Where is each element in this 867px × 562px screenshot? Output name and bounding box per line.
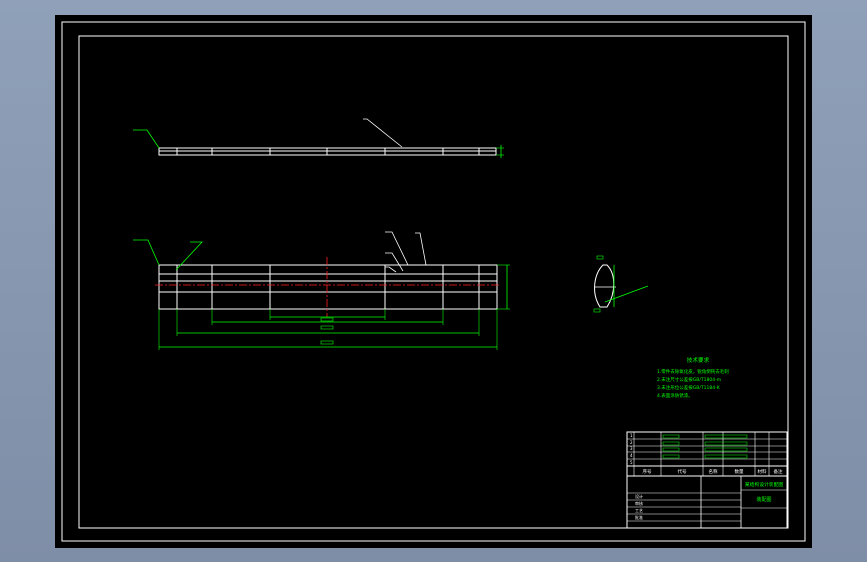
cad-drawing: 技术要求 1.零件去除氧化皮，锐角倒钝去毛刺 2.未注尺寸公差按GB/T1804…: [61, 21, 806, 542]
bom-name-2: [704, 441, 748, 446]
bom-header-seq: 序号: [643, 468, 652, 475]
side-label-bottom: [593, 308, 601, 313]
bom-name-1: [704, 434, 748, 439]
dim-text-2: [320, 325, 334, 330]
title-block-outline: [626, 431, 788, 529]
top-view: [133, 118, 504, 158]
bom-header-material: 材料: [758, 468, 767, 475]
bom-name-4: [704, 454, 748, 459]
front-leader-4: [385, 266, 397, 273]
side-label-top: [596, 255, 604, 260]
bom-row-1-seq: 1: [630, 433, 633, 438]
front-view: [133, 231, 510, 350]
tech-line-1: 1.零件去除氧化皮，锐角倒钝去毛刺: [657, 368, 729, 375]
bom-header-name: 名称: [709, 468, 718, 475]
dim-text-1: [320, 317, 334, 322]
front-leader-left-2: [175, 241, 203, 271]
bom-code-3: [662, 447, 680, 452]
technical-requirements: 技术要求 1.零件去除氧化皮，锐角倒钝去毛刺 2.未注尺寸公差按GB/T1804…: [657, 356, 729, 399]
title-assembly-label: 装配图: [756, 496, 771, 503]
sign-process: 工艺: [635, 508, 643, 513]
title-drawing-name: 某结构设计装配图: [745, 481, 784, 488]
dim-text-3: [320, 340, 334, 345]
bom-row-2-seq: 2: [630, 440, 633, 445]
drawing-canvas[interactable]: 技术要求 1.零件去除氧化皮，锐角倒钝去毛刺 2.未注尺寸公差按GB/T1804…: [55, 15, 812, 548]
front-leader-left-1: [133, 239, 160, 266]
tech-line-4: 4.表面涂防锈漆。: [657, 392, 693, 399]
sign-design: 设计: [635, 493, 643, 499]
inner-frame: [78, 35, 789, 529]
bom-row-3-seq: 3: [630, 446, 633, 451]
side-view: [593, 255, 649, 313]
bom-name-3: [704, 447, 748, 452]
tech-title: 技术要求: [687, 356, 710, 364]
bom-header-note: 备注: [774, 468, 783, 475]
sign-review: 审核: [635, 500, 643, 506]
side-profile: [594, 264, 615, 308]
sign-approve: 批准: [635, 514, 643, 520]
tech-line-2: 2.未注尺寸公差按GB/T1804-m: [657, 376, 721, 383]
front-bar-outline: [158, 264, 498, 310]
top-leader-1: [363, 118, 403, 148]
bom-code-1: [662, 434, 680, 439]
bom-row-4-seq: 4: [630, 453, 633, 458]
tech-line-3: 3.未注形位公差按GB/T1184-K: [657, 384, 721, 391]
bom-row-5-seq: 5: [630, 460, 633, 465]
front-leader-2: [415, 232, 427, 266]
cad-viewport: 技术要求 1.零件去除氧化皮，锐角倒钝去毛刺 2.未注尺寸公差按GB/T1804…: [0, 0, 867, 562]
side-leader: [604, 285, 649, 303]
title-block: 1 2 3 4 5 序号 代号 名称 数量 材料 备注 某结构设计装配图 装配图…: [626, 431, 788, 529]
bom-header-qty: 数量: [735, 468, 744, 475]
top-leader-left: [133, 129, 160, 149]
bom-code-4: [662, 454, 680, 459]
bom-header-code: 代号: [678, 468, 687, 475]
bom-code-2: [662, 441, 680, 446]
front-leader-3: [385, 252, 404, 272]
